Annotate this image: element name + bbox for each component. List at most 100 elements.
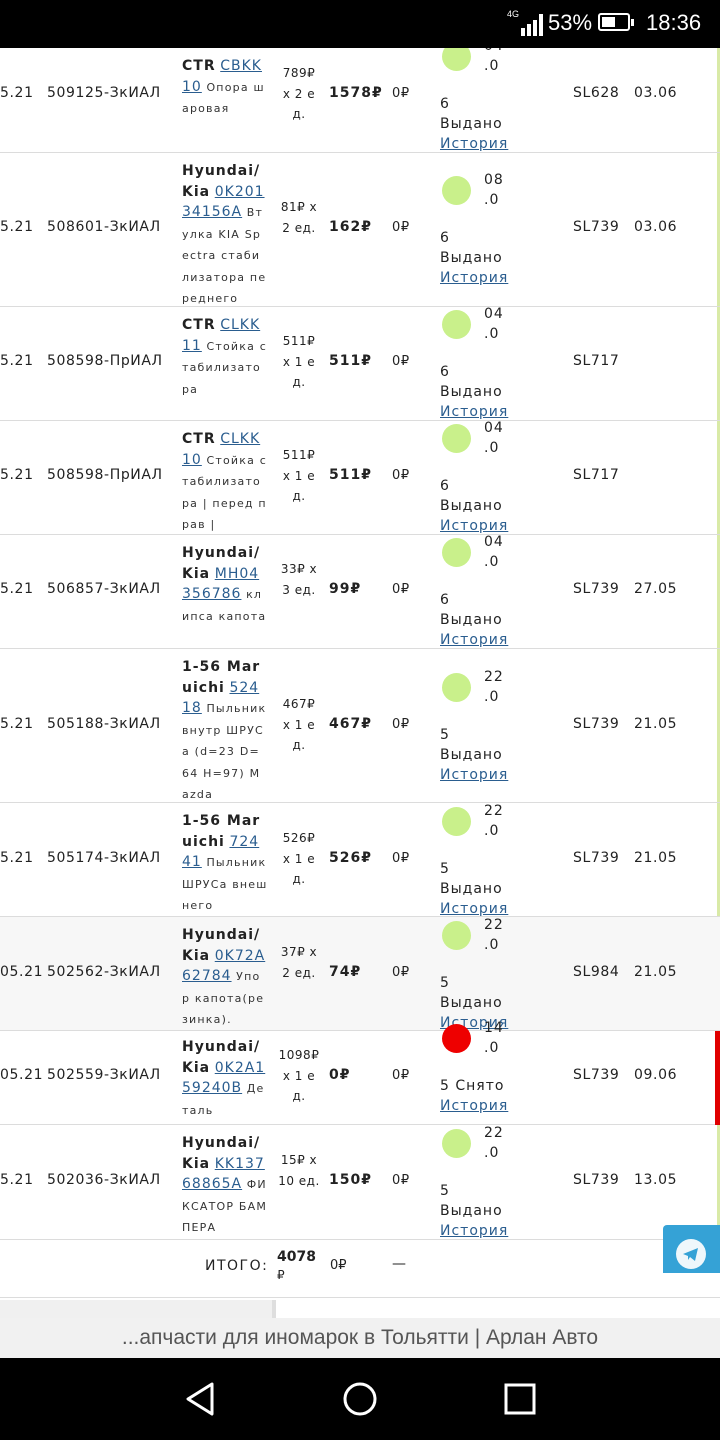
order-date: 5.21 (0, 581, 34, 597)
supplier-code: SL739 (573, 219, 620, 235)
table-row: 05.21 502559-ЗкИАЛ Hyundai/Kia 0K2A159240B… (0, 1020, 720, 1125)
totals-row: ИТОГО: 4078 ₽ 0₽ — (0, 1240, 720, 1298)
status-indicator (442, 1129, 471, 1158)
supplier-code: SL984 (573, 964, 620, 980)
part-brand: CTR (182, 58, 216, 74)
status-text: Выдано (440, 116, 503, 132)
order-date: 5.21 (0, 1172, 34, 1188)
price-quantity: 15₽ x 10 ед. (278, 1153, 320, 1188)
order-date: 05.21 (0, 1067, 44, 1083)
history-link[interactable]: История (440, 1096, 508, 1116)
row-discount: 0₽ (392, 1068, 410, 1083)
row-sum: 74₽ (329, 964, 362, 980)
status-indicator (442, 176, 471, 205)
table-row: 05.21 502562-ЗкИАЛ Hyundai/Kia 0K72A62784 … (0, 917, 720, 1031)
signal-icon (507, 12, 545, 36)
history-link[interactable]: История (440, 1221, 508, 1241)
row-sum: 526₽ (329, 850, 372, 866)
telegram-button[interactable] (663, 1225, 720, 1273)
battery-percent: 53% (548, 10, 593, 35)
table-row: 5.21 509125-ЗкИАЛ CTR CBKK 10 Опора шарова… (0, 48, 720, 153)
order-number: 506857-ЗкИАЛ (47, 581, 161, 597)
table-row: 5.21 508601-ЗкИАЛ Hyundai/Kia 0K20134156A … (0, 153, 720, 307)
order-date: 5.21 (0, 850, 34, 866)
page-title-bar[interactable]: ...апчасти для иномарок в Тольятти | Арл… (0, 1318, 720, 1358)
battery-icon (598, 13, 634, 31)
cancelled-marker (715, 1031, 720, 1125)
delivery-date: 21.05 (634, 716, 678, 732)
part-brand: CTR (182, 317, 216, 333)
price-quantity: 526₽ x 1 ед. (282, 831, 316, 886)
history-link[interactable]: История (440, 134, 508, 154)
status-text: Выдано (440, 881, 503, 897)
order-number: 502559-ЗкИАЛ (47, 1067, 161, 1083)
price-quantity: 511₽ x 1 ед. (282, 334, 316, 389)
row-discount: 0₽ (392, 582, 410, 597)
delivery-date: 21.05 (634, 850, 678, 866)
status-date-tail: 6 (440, 478, 450, 494)
part-name: Пыльник внутр ШРУСа (d=23 D=64 H=97) Maz… (182, 702, 267, 801)
delivery-date: 03.06 (634, 219, 678, 235)
status-date-tail: 6 (440, 96, 450, 112)
table-row: 5.21 505174-ЗкИАЛ 1-56 Maruichi 72441 Пыль… (0, 803, 720, 917)
table-row: 5.21 502036-ЗкИАЛ Hyundai/Kia KK13768865A … (0, 1125, 720, 1240)
price-quantity: 1098₽ x 1 ед. (278, 1048, 320, 1103)
status-indicator (442, 538, 471, 567)
status-text: Выдано (440, 498, 503, 514)
row-sum: 511₽ (329, 353, 372, 369)
recents-icon[interactable] (504, 1383, 536, 1415)
table-row: 5.21 506857-ЗкИАЛ Hyundai/Kia MH04356786 к… (0, 534, 720, 650)
status-date-tail: 5 (440, 861, 450, 877)
status-text: Выдано (440, 995, 503, 1011)
home-icon[interactable] (343, 1382, 377, 1416)
delivery-date: 27.05 (634, 581, 678, 597)
order-date: 05.21 (0, 964, 44, 980)
horizontal-scrollbar[interactable] (0, 1300, 276, 1318)
delivery-date: 21.05 (634, 964, 678, 980)
price-quantity: 511₽ x 1 ед. (282, 448, 316, 503)
totals-label: ИТОГО: (205, 1258, 269, 1274)
row-sum: 467₽ (329, 716, 372, 732)
status-bar: 4G 53% 18:36 (0, 0, 720, 48)
order-number: 508598-ПрИАЛ (47, 467, 163, 483)
navigation-bar (0, 1358, 720, 1440)
telegram-icon (676, 1239, 706, 1269)
status-indicator (442, 48, 471, 71)
supplier-code: SL739 (573, 850, 620, 866)
supplier-code: SL739 (573, 1172, 620, 1188)
history-link[interactable]: История (440, 765, 508, 785)
supplier-code: SL739 (573, 716, 620, 732)
part-description: Hyundai/Kia MH04356786 клипса капота (182, 543, 268, 627)
status-date: 04.0 (484, 306, 504, 342)
status-date: 04.0 (484, 420, 504, 456)
status-date: 22.0 (484, 1125, 504, 1161)
supplier-code: SL628 (573, 85, 620, 101)
price-quantity: 81₽ x 2 ед. (280, 200, 318, 235)
price-quantity: 467₽ x 1 ед. (282, 697, 316, 752)
row-discount: 0₽ (392, 851, 410, 866)
order-date: 5.21 (0, 467, 34, 483)
order-number: 505188-ЗкИАЛ (47, 716, 161, 732)
part-description: CTR CLKK 10 Стойка стабилизатора | перед… (182, 429, 268, 536)
history-link[interactable]: История (440, 630, 508, 650)
status-date-tail: 5 (440, 975, 450, 991)
part-description: CTR CLKK 11 Стойка стабилизатора (182, 315, 268, 400)
clock: 18:36 (646, 10, 702, 35)
supplier-code: SL739 (573, 1067, 620, 1083)
table-row: 5.21 505188-ЗкИАЛ 1-56 Maruichi 52418 Пыль… (0, 649, 720, 803)
supplier-code: SL717 (573, 467, 620, 483)
status-date-tail: 5 Снято (440, 1078, 505, 1094)
status-indicator (442, 310, 471, 339)
part-description: 1-56 Maruichi 52418 Пыльник внутр ШРУСа … (182, 657, 268, 806)
status-text: Выдано (440, 384, 503, 400)
row-sum: 1578₽ (329, 85, 383, 101)
supplier-code: SL739 (573, 581, 620, 597)
part-description: Hyundai/Kia 0K20134156A Втулка KIA Spect… (182, 161, 268, 310)
back-icon[interactable] (186, 1382, 214, 1416)
row-discount: 0₽ (392, 1173, 410, 1188)
status-date: 22.0 (484, 669, 504, 705)
status-indicator (442, 807, 471, 836)
status-date: 04.0 (484, 534, 504, 570)
status-text: Выдано (440, 747, 503, 763)
history-link[interactable]: История (440, 268, 508, 288)
